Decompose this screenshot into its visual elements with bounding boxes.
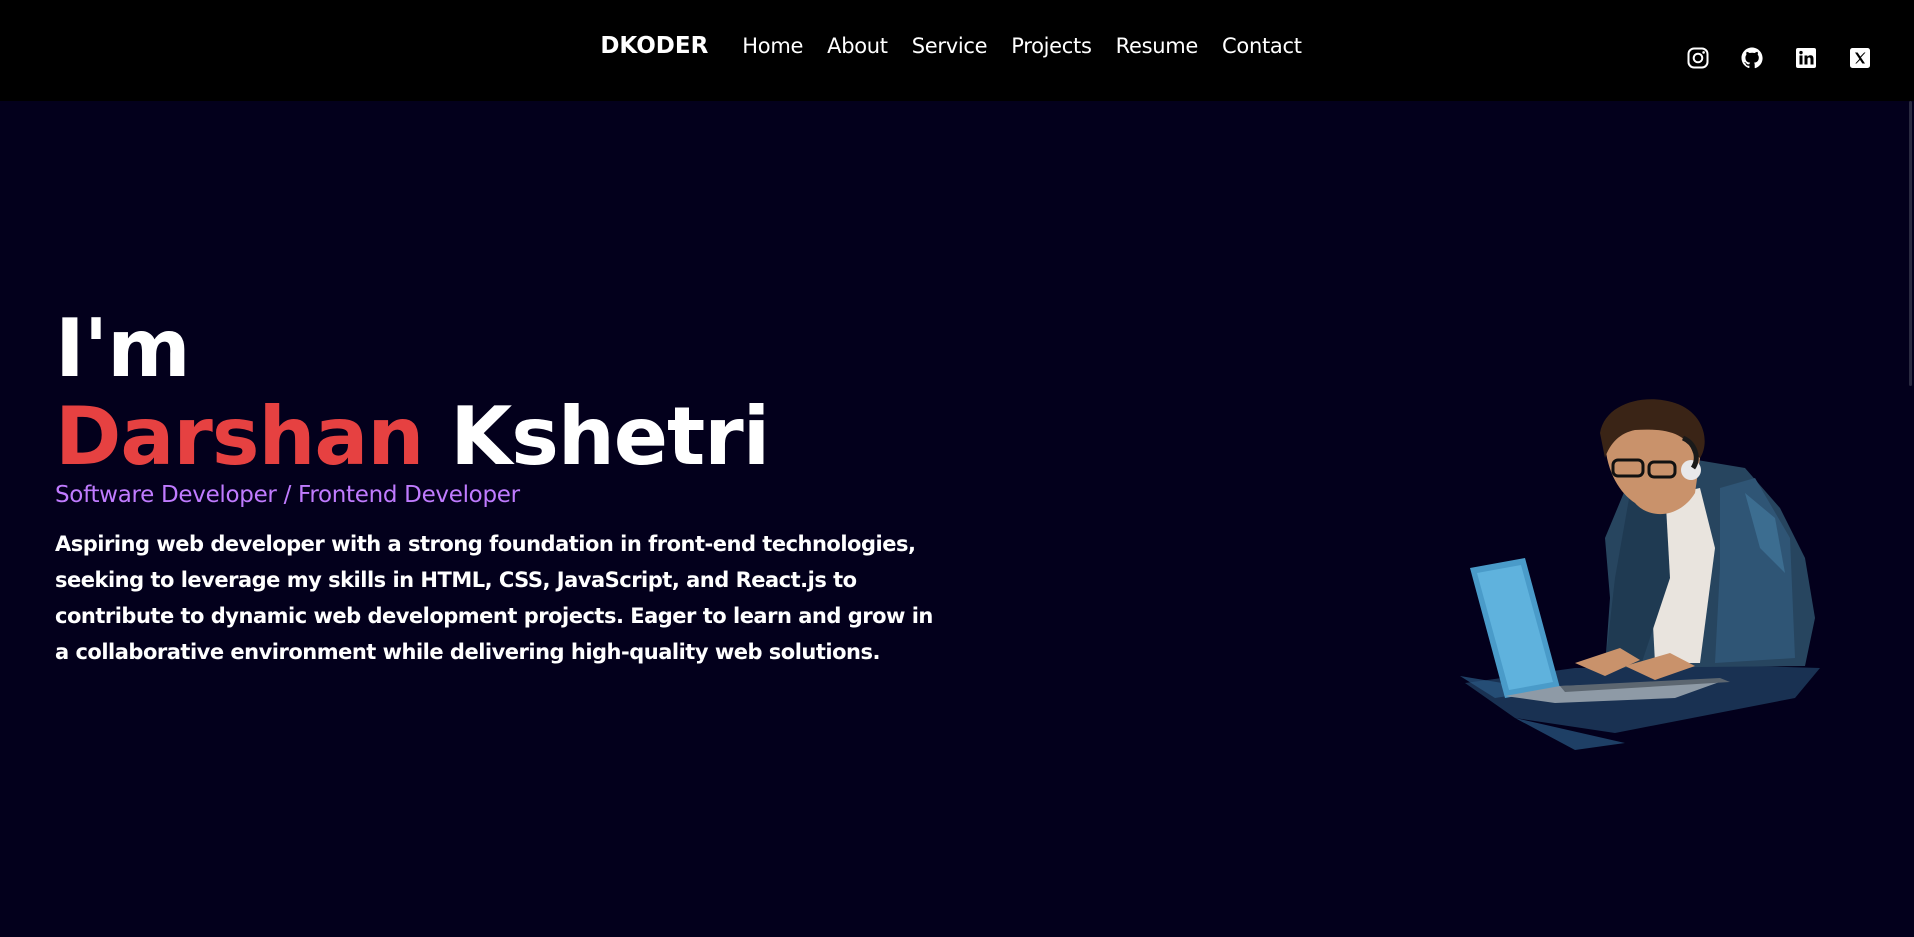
main-nav: DKODER Home About Service Projects Resum… bbox=[0, 33, 1914, 59]
social-links bbox=[1686, 46, 1872, 70]
scrollbar[interactable] bbox=[1906, 101, 1914, 937]
linkedin-icon bbox=[1796, 48, 1816, 68]
first-name: Darshan bbox=[55, 390, 424, 483]
developer-illustration-image bbox=[1460, 399, 1820, 750]
instagram-icon bbox=[1687, 47, 1709, 69]
portfolio-page: DKODER Home About Service Projects Resum… bbox=[0, 0, 1914, 937]
nav-link-about[interactable]: About bbox=[827, 34, 888, 58]
name-heading: Darshan Kshetri bbox=[55, 393, 955, 481]
nav-link-projects[interactable]: Projects bbox=[1011, 34, 1092, 58]
nav-link-service[interactable]: Service bbox=[912, 34, 988, 58]
role-subtitle: Software Developer / Frontend Developer bbox=[55, 482, 520, 508]
developer-illustration bbox=[1455, 398, 1825, 758]
nav-link-resume[interactable]: Resume bbox=[1116, 34, 1199, 58]
linkedin-link[interactable] bbox=[1794, 46, 1818, 70]
navbar: DKODER Home About Service Projects Resum… bbox=[0, 0, 1914, 101]
x-link[interactable] bbox=[1848, 46, 1872, 70]
scrollbar-thumb[interactable] bbox=[1909, 101, 1912, 386]
nav-link-contact[interactable]: Contact bbox=[1222, 34, 1302, 58]
bio-paragraph: Aspiring web developer with a strong fou… bbox=[55, 532, 933, 664]
github-link[interactable] bbox=[1740, 46, 1764, 70]
brand-logo[interactable]: DKODER bbox=[600, 33, 708, 59]
last-name: Kshetri bbox=[450, 390, 770, 483]
instagram-link[interactable] bbox=[1686, 46, 1710, 70]
greeting-heading: I'm bbox=[55, 302, 191, 395]
x-icon bbox=[1850, 48, 1870, 68]
hero-section: I'm Darshan Kshetri Software Developer /… bbox=[55, 305, 955, 670]
github-icon bbox=[1741, 47, 1763, 69]
nav-link-home[interactable]: Home bbox=[742, 34, 803, 58]
